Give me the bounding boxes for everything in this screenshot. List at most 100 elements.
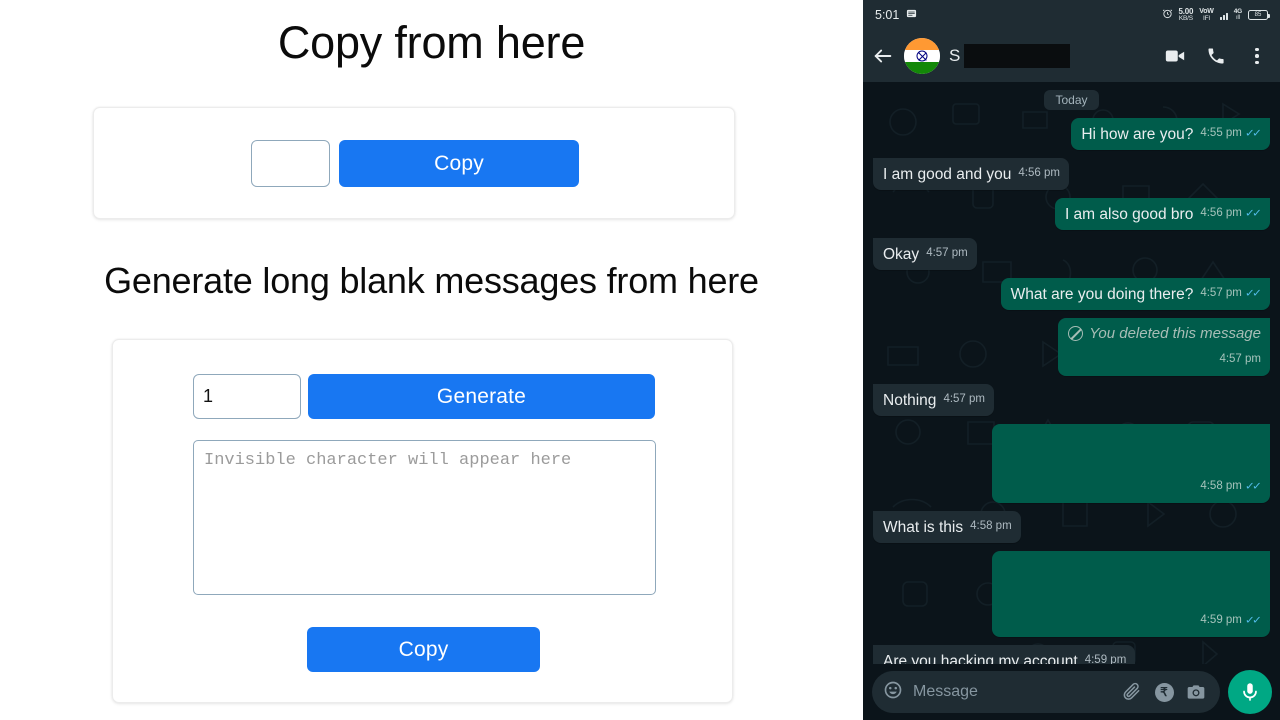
android-status-bar: 5:01 5.00 KB/S VoW IFI 4G ıll 85	[863, 0, 1280, 30]
generate-button[interactable]: Generate	[308, 374, 655, 419]
message-bubble-incoming[interactable]: Nothing 4:57 pm	[873, 384, 994, 416]
message-bubble-incoming[interactable]: What is this 4:58 pm	[873, 511, 1021, 543]
message-bubble-blank[interactable]: 4:59 pm ✓✓	[992, 551, 1270, 637]
video-call-icon[interactable]	[1164, 45, 1186, 67]
message-input-placeholder[interactable]: Message	[913, 683, 1111, 701]
back-arrow-icon[interactable]	[871, 44, 895, 68]
message-text: I am also good bro	[1064, 206, 1194, 223]
network-type-label: 4G	[1233, 7, 1242, 15]
blank-message-body	[1002, 557, 1261, 604]
message-time: 4:59 pm	[1200, 614, 1242, 626]
message-bubble-incoming[interactable]: Okay 4:57 pm	[873, 238, 977, 270]
message-meta: 4:58 pm	[970, 517, 1012, 537]
read-receipt-icon: ✓✓	[1244, 613, 1262, 627]
contact-name-redaction	[964, 44, 1071, 68]
message-bubble-outgoing[interactable]: Hi how are you? 4:55 pm ✓✓	[1071, 118, 1270, 150]
chat-header: S	[863, 30, 1280, 82]
message-time: 4:57 pm	[1200, 287, 1242, 299]
message-bubble-blank[interactable]: 4:58 pm ✓✓	[992, 424, 1270, 503]
deleted-message-text: You deleted this message	[1089, 325, 1261, 342]
camera-icon[interactable]	[1185, 681, 1207, 703]
contact-name: S	[949, 46, 961, 65]
read-receipt-icon: ✓✓	[1244, 479, 1262, 493]
message-text: Are you hacking my account	[883, 653, 1078, 664]
message-bubble-incoming[interactable]: I am good and you 4:56 pm	[873, 158, 1069, 190]
signal-bars-icon	[1219, 10, 1228, 20]
message-bubble-incoming[interactable]: Are you hacking my account 4:59 pm	[873, 645, 1136, 664]
volte-signal-icon: 4G ıll	[1233, 7, 1242, 22]
overflow-menu-icon[interactable]	[1246, 45, 1268, 67]
copy-button-top[interactable]: Copy	[339, 140, 579, 187]
message-time: 4:57 pm	[943, 393, 985, 405]
india-flag-avatar[interactable]	[904, 38, 940, 74]
message-text: What are you doing there?	[1010, 286, 1194, 303]
network-speed-value: 5.00	[1178, 6, 1194, 16]
status-bar-left: 5:01	[875, 8, 917, 22]
message-time: 4:56 pm	[1018, 167, 1060, 179]
message-count-input[interactable]	[193, 374, 301, 419]
message-time: 4:55 pm	[1200, 127, 1242, 139]
screenshot-root: Copy from here Copy Generate long blank …	[0, 0, 1280, 720]
message-text: What is this	[883, 519, 964, 536]
message-time: 4:57 pm	[1219, 353, 1261, 365]
message-time: 4:58 pm	[1200, 480, 1242, 492]
status-bar-clock: 5:01	[875, 8, 900, 22]
message-text: Nothing	[883, 392, 937, 409]
message-meta: 4:56 pm	[1018, 164, 1060, 184]
message-meta: 4:57 pm ✓✓	[1200, 284, 1262, 304]
contact-name-block[interactable]: S	[949, 44, 1155, 68]
microphone-icon[interactable]	[1228, 670, 1272, 714]
chat-header-actions	[1164, 45, 1268, 67]
message-list[interactable]: Today Hi how are you? 4:55 pm ✓✓ I am go…	[863, 82, 1280, 664]
blank-message-tool-panel: Copy from here Copy Generate long blank …	[0, 0, 863, 720]
message-time: 4:56 pm	[1200, 207, 1242, 219]
voice-call-icon[interactable]	[1205, 45, 1227, 67]
blank-message-body	[1002, 430, 1261, 470]
message-composer-bar: Message ₹	[863, 664, 1280, 720]
message-meta: 4:55 pm ✓✓	[1200, 124, 1262, 144]
message-bubble-deleted[interactable]: You deleted this message 4:57 pm	[1058, 318, 1270, 376]
message-meta: 4:56 pm ✓✓	[1200, 204, 1262, 224]
read-receipt-icon: ✓✓	[1244, 286, 1262, 300]
copy-card: Copy	[93, 107, 735, 219]
message-input-container[interactable]: Message ₹	[872, 671, 1220, 713]
message-meta: 4:59 pm ✓✓	[1200, 611, 1262, 631]
invisible-character-input[interactable]	[251, 140, 330, 187]
read-receipt-icon: ✓✓	[1244, 206, 1262, 220]
message-time: 4:58 pm	[970, 520, 1012, 532]
battery-level: 85	[1254, 12, 1262, 18]
message-icon	[906, 8, 917, 22]
battery-icon: 85	[1248, 10, 1270, 20]
message-meta: 4:58 pm ✓✓	[1200, 477, 1262, 497]
day-divider: Today	[1044, 90, 1099, 110]
invisible-character-output-textarea[interactable]	[193, 440, 656, 595]
message-bubble-outgoing[interactable]: I am also good bro 4:56 pm ✓✓	[1054, 198, 1270, 230]
message-text: Okay	[883, 246, 920, 263]
message-text: Hi how are you?	[1081, 126, 1194, 143]
status-bar-right: 5.00 KB/S VoW IFI 4G ıll 85	[1162, 6, 1270, 23]
rupee-payment-icon[interactable]: ₹	[1153, 681, 1175, 703]
page-title-copy-from-here: Copy from here	[277, 17, 586, 68]
message-meta: 4:57 pm	[1219, 350, 1261, 370]
rupee-symbol: ₹	[1154, 682, 1174, 702]
block-circle-icon	[1068, 326, 1084, 341]
whatsapp-phone-screen: 5:01 5.00 KB/S VoW IFI 4G ıll 85 S Today…	[863, 0, 1280, 720]
message-meta: 4:57 pm	[943, 390, 985, 410]
paperclip-icon[interactable]	[1121, 681, 1143, 703]
vowifi-icon: VoW IFI	[1199, 7, 1214, 23]
message-time: 4:59 pm	[1084, 654, 1127, 664]
message-text: I am good and you	[883, 166, 1012, 183]
deleted-message-row: You deleted this message	[1068, 324, 1261, 343]
message-bubble-outgoing[interactable]: What are you doing there? 4:57 pm ✓✓	[1000, 278, 1270, 310]
page-title-generate-long-blank-messages: Generate long blank messages from here	[104, 260, 759, 301]
emoji-smiley-icon[interactable]	[883, 680, 903, 704]
copy-button-bottom[interactable]: Copy	[307, 627, 540, 672]
generate-card: Generate Copy	[112, 339, 733, 703]
network-speed-icon: 5.00 KB/S	[1178, 6, 1194, 23]
alarm-icon	[1162, 8, 1173, 22]
message-time: 4:57 pm	[926, 247, 968, 259]
message-meta: 4:59 pm	[1085, 651, 1127, 664]
message-meta: 4:57 pm	[926, 244, 968, 264]
read-receipt-icon: ✓✓	[1244, 126, 1262, 140]
network-speed-unit: KB/S	[1178, 15, 1193, 22]
